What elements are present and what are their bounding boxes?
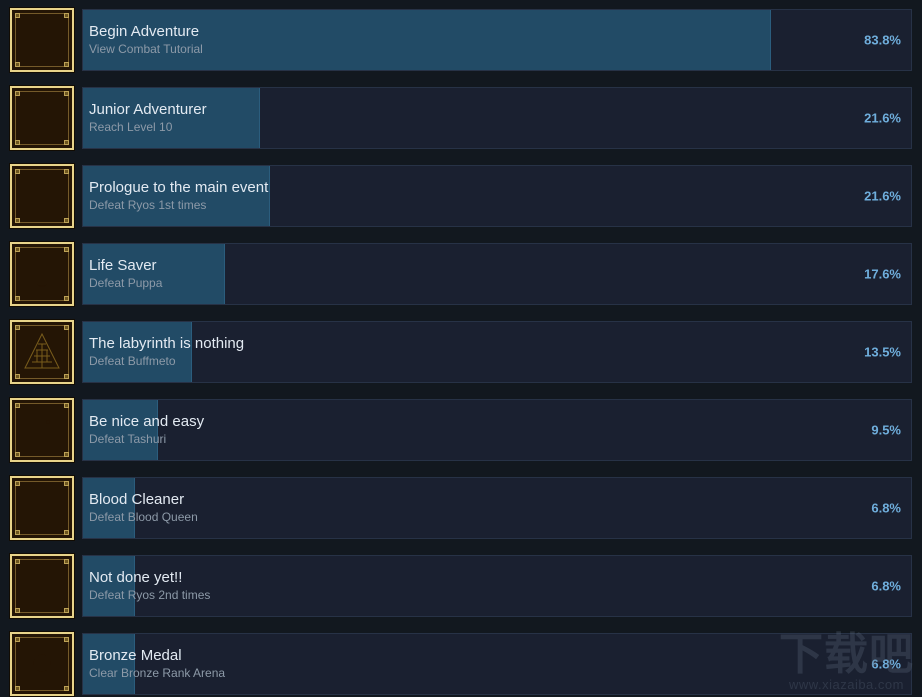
achievement-description: Clear Bronze Rank Arena (89, 666, 226, 680)
achievement-description: Defeat Buffmeto (89, 354, 176, 368)
dragon-head-icon (10, 398, 74, 462)
achievement-text: Life Saver Defeat Puppa (83, 257, 162, 291)
achievement-row[interactable]: Life Saver Defeat Puppa 17.6% (10, 238, 912, 310)
achievement-text: Not done yet!! Defeat Ryos 2nd times (83, 569, 210, 603)
achievement-name: Blood Cleaner (89, 491, 185, 508)
achievement-progress-track: Bronze Medal Clear Bronze Rank Arena 6.8… (82, 633, 912, 695)
achievement-percent: 6.8% (871, 500, 901, 516)
achievement-row[interactable]: Begin Adventure View Combat Tutorial 83.… (10, 4, 912, 76)
achievement-description: Defeat Ryos 2nd times (89, 588, 211, 602)
achievement-row[interactable]: Bronze Medal Clear Bronze Rank Arena 6.8… (10, 628, 912, 697)
achievement-row[interactable]: Blood Cleaner Defeat Blood Queen 6.8% (10, 472, 912, 544)
butterfly-icon (10, 476, 74, 540)
medal-rosette-icon (10, 632, 74, 696)
tiger-face-icon (10, 242, 74, 306)
handshake-rays-icon (10, 8, 74, 72)
achievement-description: Defeat Ryos 1st times (89, 198, 207, 212)
achievement-name: Be nice and easy (89, 413, 205, 430)
achievement-text: Be nice and easy Defeat Tashuri (83, 413, 204, 447)
achievement-row[interactable]: Junior Adventurer Reach Level 10 21.6% (10, 82, 912, 154)
achievement-row[interactable]: Be nice and easy Defeat Tashuri 9.5% (10, 394, 912, 466)
fleur-de-lis-shield-icon (10, 164, 74, 228)
achievement-text: Prologue to the main event Defeat Ryos 1… (83, 179, 268, 213)
achievement-progress-track: The labyrinth is nothing Defeat Buffmeto… (82, 321, 912, 383)
achievement-text: Begin Adventure View Combat Tutorial (83, 23, 203, 57)
achievement-percent: 21.6% (864, 110, 901, 126)
achievement-progress-track: Blood Cleaner Defeat Blood Queen 6.8% (82, 477, 912, 539)
banner-fleur-icon (10, 554, 74, 618)
achievement-text: The labyrinth is nothing Defeat Buffmeto (83, 335, 244, 369)
achievement-row[interactable]: Not done yet!! Defeat Ryos 2nd times 6.8… (10, 550, 912, 622)
achievement-description: Defeat Blood Queen (89, 510, 198, 524)
achievement-progress-track: Be nice and easy Defeat Tashuri 9.5% (82, 399, 912, 461)
achievement-percent: 6.8% (871, 656, 901, 672)
achievement-row[interactable]: The labyrinth is nothing Defeat Buffmeto… (10, 316, 912, 388)
achievement-description: Reach Level 10 (89, 120, 173, 134)
achievement-percent: 13.5% (864, 344, 901, 360)
achievement-progress-track: Life Saver Defeat Puppa 17.6% (82, 243, 912, 305)
achievement-percent: 9.5% (871, 422, 901, 438)
achievement-percent: 83.8% (864, 32, 901, 48)
achievement-description: Defeat Tashuri (89, 432, 167, 446)
achievement-name: Not done yet!! (89, 569, 183, 586)
achievement-name: Begin Adventure (89, 23, 200, 40)
achievement-percent: 21.6% (864, 188, 901, 204)
achievement-progress-track: Begin Adventure View Combat Tutorial 83.… (82, 9, 912, 71)
achievement-name: The labyrinth is nothing (89, 335, 245, 352)
achievement-description: View Combat Tutorial (89, 42, 203, 56)
achievement-text: Junior Adventurer Reach Level 10 (83, 101, 207, 135)
achievement-name: Bronze Medal (89, 647, 182, 664)
achievement-progress-track: Prologue to the main event Defeat Ryos 1… (82, 165, 912, 227)
achievement-progress-track: Junior Adventurer Reach Level 10 21.6% (82, 87, 912, 149)
achievement-list: Begin Adventure View Combat Tutorial 83.… (0, 0, 922, 697)
achievement-row[interactable]: Prologue to the main event Defeat Ryos 1… (10, 160, 912, 232)
achievement-text: Bronze Medal Clear Bronze Rank Arena (83, 647, 225, 681)
achievement-text: Blood Cleaner Defeat Blood Queen (83, 491, 198, 525)
pyramid-icon (10, 320, 74, 384)
level-ten-icon (10, 86, 74, 150)
achievement-name: Life Saver (89, 257, 157, 274)
achievement-progress-track: Not done yet!! Defeat Ryos 2nd times 6.8… (82, 555, 912, 617)
achievement-description: Defeat Puppa (89, 276, 163, 290)
achievement-name: Junior Adventurer (89, 101, 207, 118)
achievement-percent: 17.6% (864, 266, 901, 282)
achievement-percent: 6.8% (871, 578, 901, 594)
achievement-name: Prologue to the main event (89, 179, 269, 196)
